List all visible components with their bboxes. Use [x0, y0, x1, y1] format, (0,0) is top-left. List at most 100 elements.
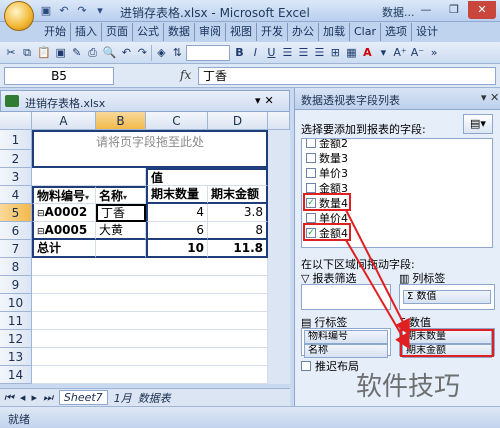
vertical-scrollbar[interactable]	[268, 130, 290, 384]
tab-options[interactable]: 选项	[380, 23, 411, 41]
fill-icon[interactable]: ◈	[154, 45, 168, 61]
checkbox-icon[interactable]	[301, 361, 311, 371]
header-ending-amount[interactable]: 期末金额	[208, 186, 268, 204]
row-header-3[interactable]: 3	[0, 168, 32, 186]
cell-d5[interactable]: 3.8	[208, 204, 268, 222]
copy-icon[interactable]: ⧉	[20, 45, 34, 61]
minimize-icon[interactable]: ▾	[255, 94, 261, 107]
tab-insert[interactable]: 插入	[70, 23, 101, 41]
customize-icon[interactable]: ▾	[92, 3, 108, 19]
fill-color-icon[interactable]: ▾	[376, 45, 390, 61]
tab-developer[interactable]: 开发	[256, 23, 287, 41]
tab-review[interactable]: 审阅	[194, 23, 225, 41]
row-header-7[interactable]: 7	[0, 240, 32, 258]
cell-b6[interactable]: 大黄	[96, 222, 146, 240]
prev-sheet-icon[interactable]: ◂	[20, 391, 26, 404]
header-ending-qty[interactable]: 期末数量	[146, 186, 208, 204]
row-item-material-code[interactable]: 物料编号	[304, 330, 388, 344]
collapse-icon[interactable]: ⊟	[37, 209, 45, 219]
preview-icon[interactable]: 🔍	[102, 45, 118, 61]
italic-button[interactable]: I	[248, 45, 262, 61]
undo-icon[interactable]: ↶	[56, 3, 72, 19]
column-labels-box[interactable]: Σ 数值	[399, 284, 495, 310]
last-sheet-icon[interactable]: ⏭	[43, 391, 53, 405]
column-header-d[interactable]: D	[208, 112, 268, 130]
tab-view[interactable]: 视图	[225, 23, 256, 41]
cell-a3[interactable]	[32, 168, 146, 186]
row-header-9[interactable]: 9	[0, 276, 32, 294]
cell-d6[interactable]: 8	[208, 222, 268, 240]
row-header-1[interactable]: 1	[0, 130, 32, 150]
close-icon[interactable]: ✕	[265, 94, 274, 107]
align-right-icon[interactable]: ☰	[312, 45, 326, 61]
row-item-name[interactable]: 名称	[304, 344, 388, 358]
header-name[interactable]: 名称▾	[96, 186, 146, 204]
font-color-button[interactable]: A	[360, 45, 374, 61]
sigma-values-item[interactable]: Σ 数值	[403, 290, 491, 304]
header-material-code[interactable]: 物料编号▾	[32, 186, 96, 204]
row-header-5[interactable]: 5	[0, 204, 32, 222]
tab-sheet7[interactable]: Sheet7	[58, 390, 108, 405]
tab-page-layout[interactable]: 页面	[101, 23, 132, 41]
sort-icon[interactable]: ⇅	[170, 45, 184, 61]
first-sheet-icon[interactable]: ⏮	[4, 391, 14, 405]
row-header-2[interactable]: 2	[0, 150, 32, 168]
tab-design[interactable]: 设计	[411, 23, 442, 41]
row-header-10[interactable]: 10	[0, 294, 32, 312]
font-size-box[interactable]	[186, 44, 231, 61]
align-center-icon[interactable]: ☰	[296, 45, 310, 61]
underline-button[interactable]: U	[264, 45, 278, 61]
cut-icon[interactable]: ✂	[4, 45, 18, 61]
report-filter-box[interactable]	[301, 284, 391, 310]
selected-cell-b5[interactable]: 丁香	[96, 204, 146, 222]
filter-dropdown-icon[interactable]: ▾	[85, 193, 89, 202]
column-header-c[interactable]: C	[146, 112, 208, 130]
row-header-4[interactable]: 4	[0, 186, 32, 204]
row-labels-box[interactable]: 物料编号 名称	[301, 328, 391, 358]
redo-icon[interactable]: ↷	[74, 3, 90, 19]
row-header-6[interactable]: 6	[0, 222, 32, 240]
tab-formulas[interactable]: 公式	[132, 23, 163, 41]
save-icon[interactable]: ▣	[38, 3, 54, 19]
cell-b7[interactable]	[96, 240, 146, 258]
border-icon[interactable]: ▦	[344, 45, 358, 61]
tab-data[interactable]: 数据	[163, 23, 194, 41]
tab-office[interactable]: 办公	[287, 23, 318, 41]
column-header-a[interactable]: A	[32, 112, 96, 130]
restore-button[interactable]: ❐	[440, 1, 468, 19]
grand-total-qty[interactable]: 10	[146, 240, 208, 258]
next-sheet-icon[interactable]: ▸	[31, 391, 37, 404]
cell-c6[interactable]: 6	[146, 222, 208, 240]
tab-january[interactable]: 1月	[114, 390, 132, 406]
checkbox-icon[interactable]	[306, 212, 316, 223]
checkbox-icon[interactable]	[306, 167, 316, 178]
formula-input[interactable]: 丁香	[198, 67, 496, 85]
row-header-12[interactable]: 12	[0, 330, 32, 348]
layout-options-button[interactable]: ▤▾	[463, 114, 493, 134]
column-header-b[interactable]: B	[96, 112, 146, 130]
merge-icon[interactable]: ⊞	[328, 45, 342, 61]
row-header-11[interactable]: 11	[0, 312, 32, 330]
more-icon[interactable]: »	[427, 45, 441, 61]
tab-addins[interactable]: 加载	[318, 23, 349, 41]
field-item[interactable]: 单价3	[306, 165, 348, 180]
row-item-a0002[interactable]: ⊟A0002	[32, 204, 96, 222]
paste-icon[interactable]: 📋	[36, 45, 52, 61]
print-icon[interactable]: ⎙	[86, 45, 100, 61]
name-box[interactable]: B5	[4, 67, 114, 85]
checkbox-icon[interactable]	[306, 139, 316, 148]
office-button[interactable]	[4, 1, 34, 31]
save-icon[interactable]: ▣	[54, 45, 68, 61]
field-item[interactable]: 数量3	[306, 150, 348, 165]
tab-data-sheet[interactable]: 数据表	[138, 390, 171, 406]
close-icon[interactable]: ▾ ✕	[481, 91, 499, 104]
minimize-button[interactable]: —	[412, 1, 440, 19]
row-header-8[interactable]: 8	[0, 258, 32, 276]
tab-home[interactable]: 开始	[40, 23, 70, 41]
grand-total-amount[interactable]: 11.8	[208, 240, 268, 258]
insert-function-button[interactable]: fx	[180, 68, 191, 82]
close-button[interactable]: ✕	[468, 1, 496, 19]
bold-button[interactable]: B	[232, 45, 246, 61]
decrease-font-icon[interactable]: A⁻	[410, 45, 425, 61]
values-box[interactable]: 期末数量 期末金额	[399, 328, 495, 358]
